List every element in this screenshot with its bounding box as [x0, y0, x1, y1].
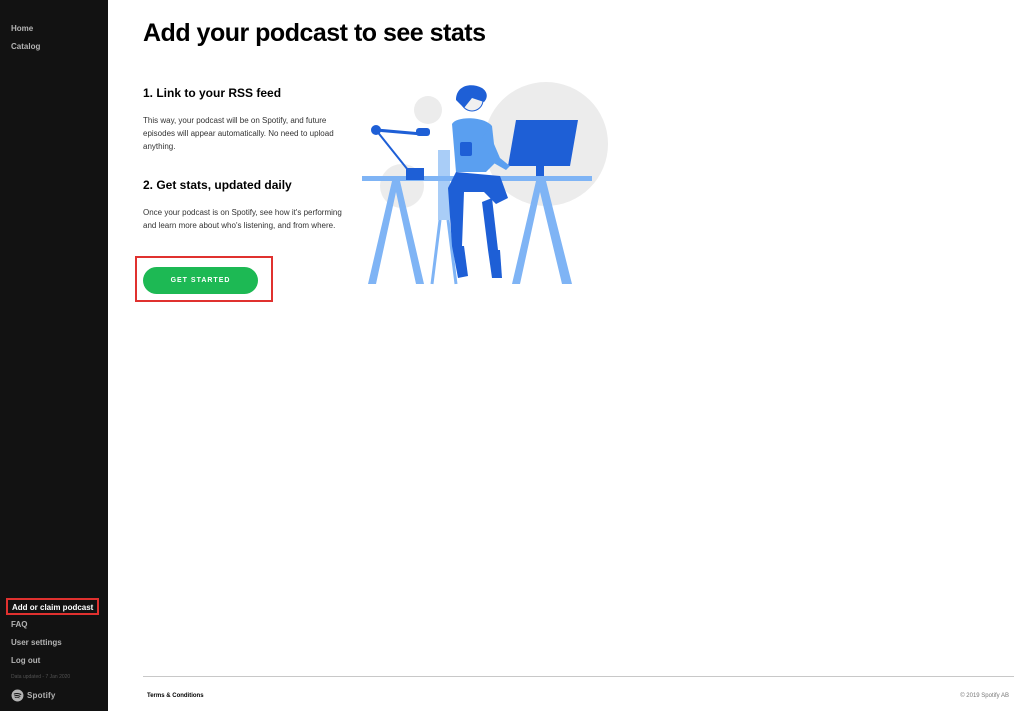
sidebar-item-add-or-claim-podcast[interactable]: Add or claim podcast — [6, 598, 100, 615]
footer-divider — [143, 676, 1014, 677]
sidebar-item-faq[interactable]: FAQ — [11, 616, 101, 634]
page-title: Add your podcast to see stats — [143, 19, 486, 47]
terms-and-conditions-link[interactable]: Terms & Conditions — [147, 693, 204, 699]
step-1-heading: 1. Link to your RSS feed — [143, 86, 282, 100]
sidebar: Home Catalog Add or claim podcast FAQ Us… — [0, 0, 108, 711]
step-1-description: This way, your podcast will be on Spotif… — [143, 116, 334, 151]
sidebar-item-catalog[interactable]: Catalog — [11, 38, 40, 56]
spotify-logo[interactable]: Spotify — [11, 689, 56, 702]
sidebar-top-nav: Home Catalog — [11, 20, 40, 56]
podcaster-at-desk-illustration — [362, 82, 608, 285]
step-2-heading: 2. Get stats, updated daily — [143, 178, 292, 192]
sidebar-item-home[interactable]: Home — [11, 20, 40, 38]
get-started-button[interactable]: GET STARTED — [143, 267, 258, 294]
data-updated-note: Data updated - 7 Jan 2020 — [11, 674, 71, 680]
sidebar-item-log-out[interactable]: Log out — [11, 652, 101, 670]
sidebar-item-user-settings[interactable]: User settings — [11, 634, 101, 652]
spotify-logo-icon — [11, 689, 24, 702]
sidebar-bottom-nav: Add or claim podcast FAQ User settings L… — [6, 597, 101, 682]
copyright-text: © 2019 Spotify AB — [960, 693, 1009, 699]
step-2-description: Once your podcast is on Spotify, see how… — [143, 208, 342, 230]
logo-text: Spotify — [27, 691, 56, 700]
